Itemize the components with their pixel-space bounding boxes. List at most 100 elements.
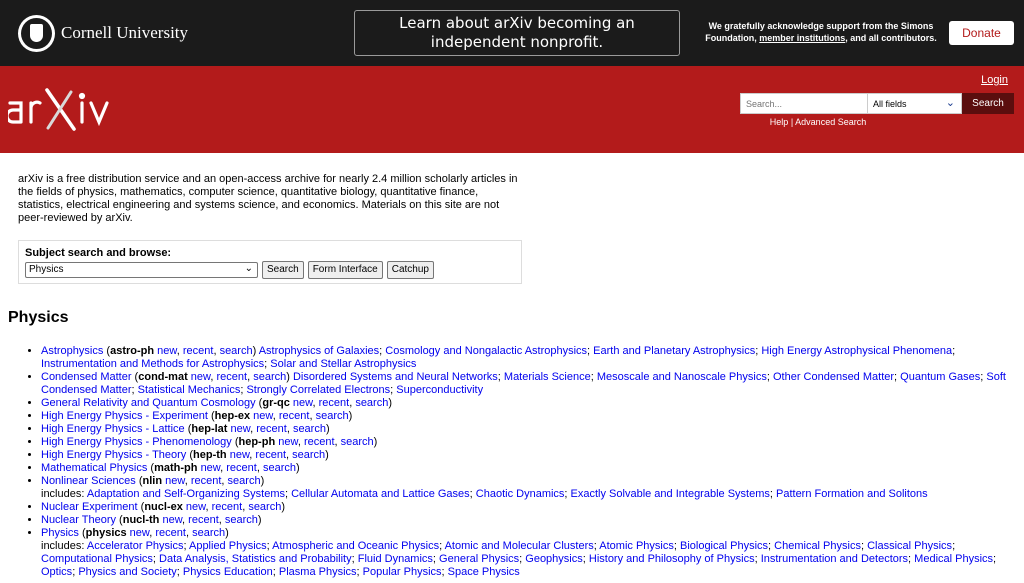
new-link[interactable]: new	[293, 397, 313, 409]
member-institutions-link[interactable]: member institutions	[759, 33, 845, 43]
category-link[interactable]: High Energy Physics - Experiment	[41, 410, 208, 422]
category-link[interactable]: Physics	[41, 527, 79, 539]
donate-button[interactable]: Donate	[949, 21, 1014, 45]
advanced-search-link[interactable]: Advanced Search	[795, 117, 866, 127]
recent-link[interactable]: recent	[188, 514, 219, 526]
form-interface-button[interactable]: Form Interface	[307, 261, 383, 279]
category-link[interactable]: Nonlinear Sciences	[41, 475, 136, 487]
new-link[interactable]: new	[201, 462, 221, 474]
recent-link[interactable]: recent	[217, 371, 248, 383]
category-search-link[interactable]: search	[220, 345, 253, 357]
new-link[interactable]: new	[157, 345, 177, 357]
subcategory-link[interactable]: General Physics	[439, 553, 519, 565]
new-link[interactable]: new	[186, 501, 206, 513]
recent-link[interactable]: recent	[279, 410, 310, 422]
subcategory-link[interactable]: Atomic Physics	[599, 540, 674, 552]
subcategory-link[interactable]: Atomic and Molecular Clusters	[445, 540, 594, 552]
arxiv-logo[interactable]	[5, 88, 120, 137]
category-link[interactable]: Nuclear Theory	[41, 514, 116, 526]
category-search-link[interactable]: search	[355, 397, 388, 409]
subcategory-link[interactable]: Strongly Correlated Electrons	[246, 384, 390, 396]
subcategory-link[interactable]: Chaotic Dynamics	[476, 488, 565, 500]
subcategory-link[interactable]: Quantum Gases	[900, 371, 980, 383]
new-link[interactable]: new	[230, 449, 250, 461]
subcategory-link[interactable]: Instrumentation and Detectors	[761, 553, 908, 565]
new-link[interactable]: new	[253, 410, 273, 422]
subcategory-link[interactable]: Other Condensed Matter	[773, 371, 894, 383]
subject-select[interactable]: Physics ⌄	[25, 262, 258, 278]
subcategory-link[interactable]: Adaptation and Self-Organizing Systems	[87, 488, 285, 500]
category-search-link[interactable]: search	[248, 501, 281, 513]
subcategory-link[interactable]: Pattern Formation and Solitons	[776, 488, 928, 500]
category-search-link[interactable]: search	[192, 527, 225, 539]
new-link[interactable]: new	[130, 527, 150, 539]
recent-link[interactable]: recent	[256, 423, 287, 435]
subcategory-link[interactable]: Mesoscale and Nanoscale Physics	[597, 371, 767, 383]
cornell-logo-link[interactable]: Cornell University	[18, 13, 188, 53]
subcategory-link[interactable]: Superconductivity	[396, 384, 483, 396]
subcategory-link[interactable]: Data Analysis, Statistics and Probabilit…	[159, 553, 352, 565]
new-link[interactable]: new	[231, 423, 251, 435]
subcategory-link[interactable]: Astrophysics of Galaxies	[259, 345, 379, 357]
recent-link[interactable]: recent	[226, 462, 257, 474]
subcategory-link[interactable]: Exactly Solvable and Integrable Systems	[571, 488, 770, 500]
subcategory-link[interactable]: Applied Physics	[189, 540, 267, 552]
subcategory-link[interactable]: Plasma Physics	[279, 566, 357, 578]
search-field-select[interactable]: All fields ⌄	[868, 93, 962, 114]
recent-link[interactable]: recent	[212, 501, 243, 513]
category-link[interactable]: Astrophysics	[41, 345, 103, 357]
subcategory-link[interactable]: Classical Physics	[867, 540, 952, 552]
subcategory-link[interactable]: Optics	[41, 566, 72, 578]
subcategory-link[interactable]: Earth and Planetary Astrophysics	[593, 345, 755, 357]
subcategory-link[interactable]: Geophysics	[525, 553, 582, 565]
search-input[interactable]	[740, 93, 868, 114]
subcategory-link[interactable]: Biological Physics	[680, 540, 768, 552]
subcategory-link[interactable]: Computational Physics	[41, 553, 153, 565]
category-search-link[interactable]: search	[293, 423, 326, 435]
category-link[interactable]: High Energy Physics - Lattice	[41, 423, 185, 435]
subcategory-link[interactable]: Cellular Automata and Lattice Gases	[291, 488, 470, 500]
header-search-button[interactable]: Search	[962, 93, 1014, 114]
category-search-link[interactable]: search	[341, 436, 374, 448]
subcategory-link[interactable]: Medical Physics	[914, 553, 993, 565]
category-search-link[interactable]: search	[253, 371, 286, 383]
subcategory-link[interactable]: Atmospheric and Oceanic Physics	[272, 540, 439, 552]
subcategory-link[interactable]: Instrumentation and Methods for Astrophy…	[41, 358, 264, 370]
category-link[interactable]: Condensed Matter	[41, 371, 132, 383]
subcategory-link[interactable]: Cosmology and Nongalactic Astrophysics	[385, 345, 587, 357]
new-link[interactable]: new	[278, 436, 298, 448]
subcategory-link[interactable]: Fluid Dynamics	[358, 553, 433, 565]
subcategory-link[interactable]: Accelerator Physics	[87, 540, 184, 552]
subcategory-link[interactable]: Solar and Stellar Astrophysics	[270, 358, 416, 370]
new-link[interactable]: new	[162, 514, 182, 526]
announcement-link[interactable]: Learn about arXiv becoming an independen…	[354, 10, 680, 56]
category-link[interactable]: General Relativity and Quantum Cosmology	[41, 397, 256, 409]
subcategory-link[interactable]: Physics Education	[183, 566, 273, 578]
subcategory-link[interactable]: Physics and Society	[78, 566, 176, 578]
recent-link[interactable]: recent	[304, 436, 335, 448]
subcategory-link[interactable]: Materials Science	[504, 371, 591, 383]
recent-link[interactable]: recent	[255, 449, 286, 461]
category-search-link[interactable]: search	[228, 475, 261, 487]
new-link[interactable]: new	[165, 475, 185, 487]
category-link[interactable]: Mathematical Physics	[41, 462, 147, 474]
login-link[interactable]: Login	[981, 74, 1008, 86]
subcategory-link[interactable]: High Energy Astrophysical Phenomena	[761, 345, 952, 357]
subcategory-link[interactable]: Disordered Systems and Neural Networks	[293, 371, 498, 383]
category-search-link[interactable]: search	[316, 410, 349, 422]
subcategory-link[interactable]: Popular Physics	[363, 566, 442, 578]
subcategory-link[interactable]: Chemical Physics	[774, 540, 861, 552]
subcategory-link[interactable]: History and Philosophy of Physics	[589, 553, 755, 565]
category-search-link[interactable]: search	[225, 514, 258, 526]
catchup-button[interactable]: Catchup	[386, 261, 434, 279]
recent-link[interactable]: recent	[183, 345, 214, 357]
recent-link[interactable]: recent	[319, 397, 350, 409]
category-search-link[interactable]: search	[292, 449, 325, 461]
category-search-link[interactable]: search	[263, 462, 296, 474]
recent-link[interactable]: recent	[155, 527, 186, 539]
subcategory-link[interactable]: Space Physics	[448, 566, 520, 578]
category-link[interactable]: Nuclear Experiment	[41, 501, 138, 513]
category-link[interactable]: High Energy Physics - Phenomenology	[41, 436, 232, 448]
help-link[interactable]: Help	[770, 117, 789, 127]
category-link[interactable]: High Energy Physics - Theory	[41, 449, 186, 461]
